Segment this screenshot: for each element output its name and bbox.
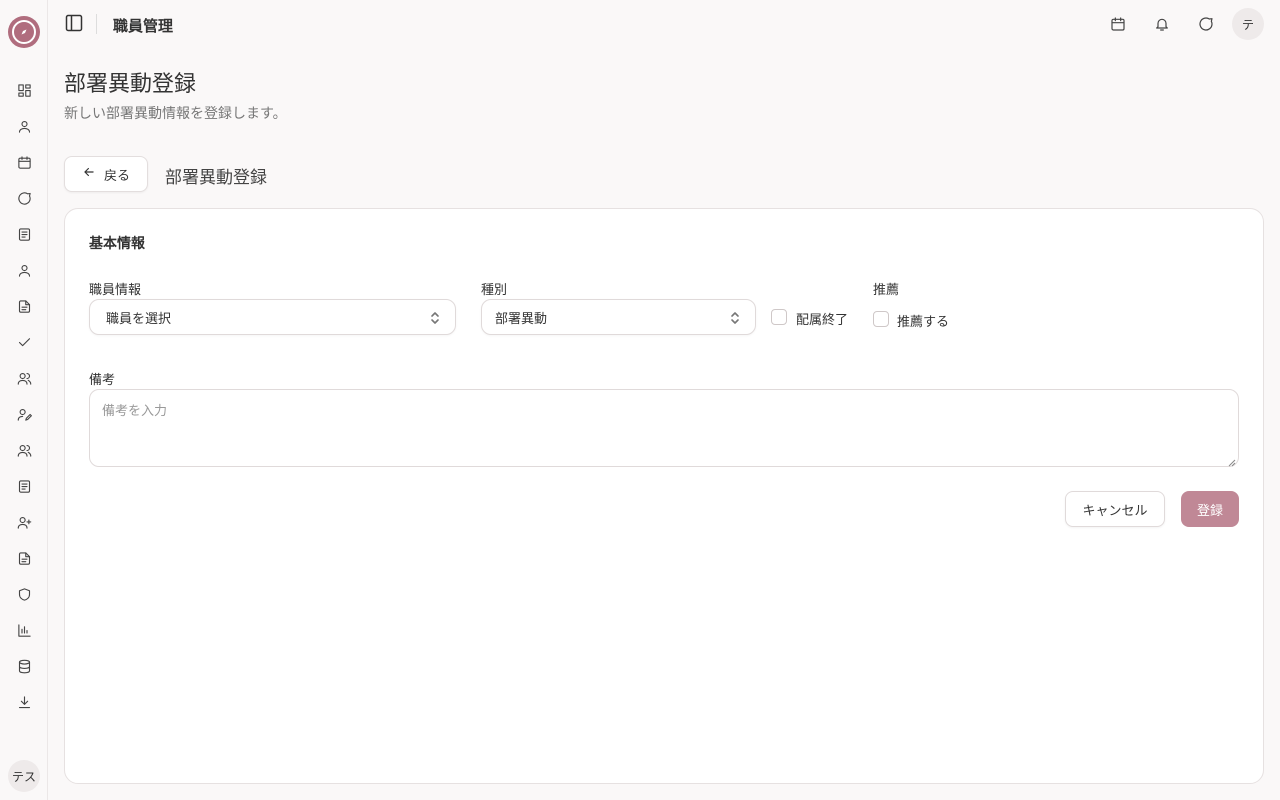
notes-label: 備考 — [89, 373, 116, 388]
arrow-left-icon — [82, 165, 96, 183]
user-plus-icon[interactable] — [14, 512, 34, 532]
app-logo[interactable] — [8, 16, 40, 48]
form-card: 基本情報 職員情報 職員を選択 種別 部署異動 配属終了 推薦 推薦する 備考 … — [64, 208, 1264, 784]
chevron-up-down-icon — [429, 310, 441, 326]
end-assignment-label: 配属終了 — [796, 313, 849, 328]
user-icon[interactable] — [14, 260, 34, 280]
chevron-up-down-icon — [729, 310, 741, 326]
shield-icon[interactable] — [14, 584, 34, 604]
file-icon[interactable] — [14, 296, 34, 316]
divider — [96, 14, 97, 34]
resize-handle-icon[interactable] — [1228, 456, 1236, 467]
notes-textarea[interactable]: 備考を入力 — [89, 389, 1239, 467]
page-subtitle: 新しい部署異動情報を登録します。 — [64, 106, 287, 122]
cancel-button[interactable]: キャンセル — [1065, 491, 1165, 527]
app-title: 職員管理 — [113, 17, 174, 35]
sidebar-user-avatar[interactable]: テス — [8, 760, 40, 792]
type-select-value: 部署異動 — [495, 311, 548, 327]
recommend-label: 推薦 — [873, 283, 900, 298]
recommend-check-label: 推薦する — [897, 315, 950, 330]
page-title: 部署異動登録 — [64, 72, 197, 97]
message-icon[interactable] — [14, 188, 34, 208]
document-icon[interactable] — [14, 224, 34, 244]
compass-icon — [12, 20, 36, 44]
message-icon[interactable] — [1196, 14, 1216, 34]
recommend-checkbox[interactable] — [873, 311, 889, 327]
back-button[interactable]: 戻る — [64, 156, 148, 192]
end-assignment-checkbox[interactable] — [771, 309, 787, 325]
check-icon[interactable] — [14, 332, 34, 352]
user-avatar[interactable]: テ — [1232, 8, 1264, 40]
notes-placeholder: 備考を入力 — [102, 404, 168, 419]
back-button-label: 戻る — [103, 168, 130, 184]
user-icon[interactable] — [14, 116, 34, 136]
staff-label: 職員情報 — [89, 283, 142, 298]
dashboard-icon[interactable] — [14, 80, 34, 100]
type-label: 種別 — [481, 283, 508, 298]
download-icon[interactable] — [14, 692, 34, 712]
database-icon[interactable] — [14, 656, 34, 676]
section-heading: 部署異動登録 — [165, 168, 267, 188]
staff-select-value: 職員を選択 — [106, 311, 172, 327]
type-select[interactable]: 部署異動 — [481, 299, 756, 335]
calendar-icon[interactable] — [1108, 14, 1128, 34]
calendar-icon[interactable] — [14, 152, 34, 172]
users-icon[interactable] — [14, 368, 34, 388]
document-icon[interactable] — [14, 476, 34, 496]
panel-toggle-icon[interactable] — [64, 13, 86, 35]
staff-select[interactable]: 職員を選択 — [89, 299, 456, 335]
topbar: 職員管理 テ — [48, 0, 1280, 48]
user-edit-icon[interactable] — [14, 404, 34, 424]
sidebar: テス — [0, 0, 48, 800]
users-icon[interactable] — [14, 440, 34, 460]
file-icon[interactable] — [14, 548, 34, 568]
submit-button[interactable]: 登録 — [1181, 491, 1239, 527]
chart-icon[interactable] — [14, 620, 34, 640]
bell-icon[interactable] — [1152, 14, 1172, 34]
card-title: 基本情報 — [89, 236, 145, 252]
